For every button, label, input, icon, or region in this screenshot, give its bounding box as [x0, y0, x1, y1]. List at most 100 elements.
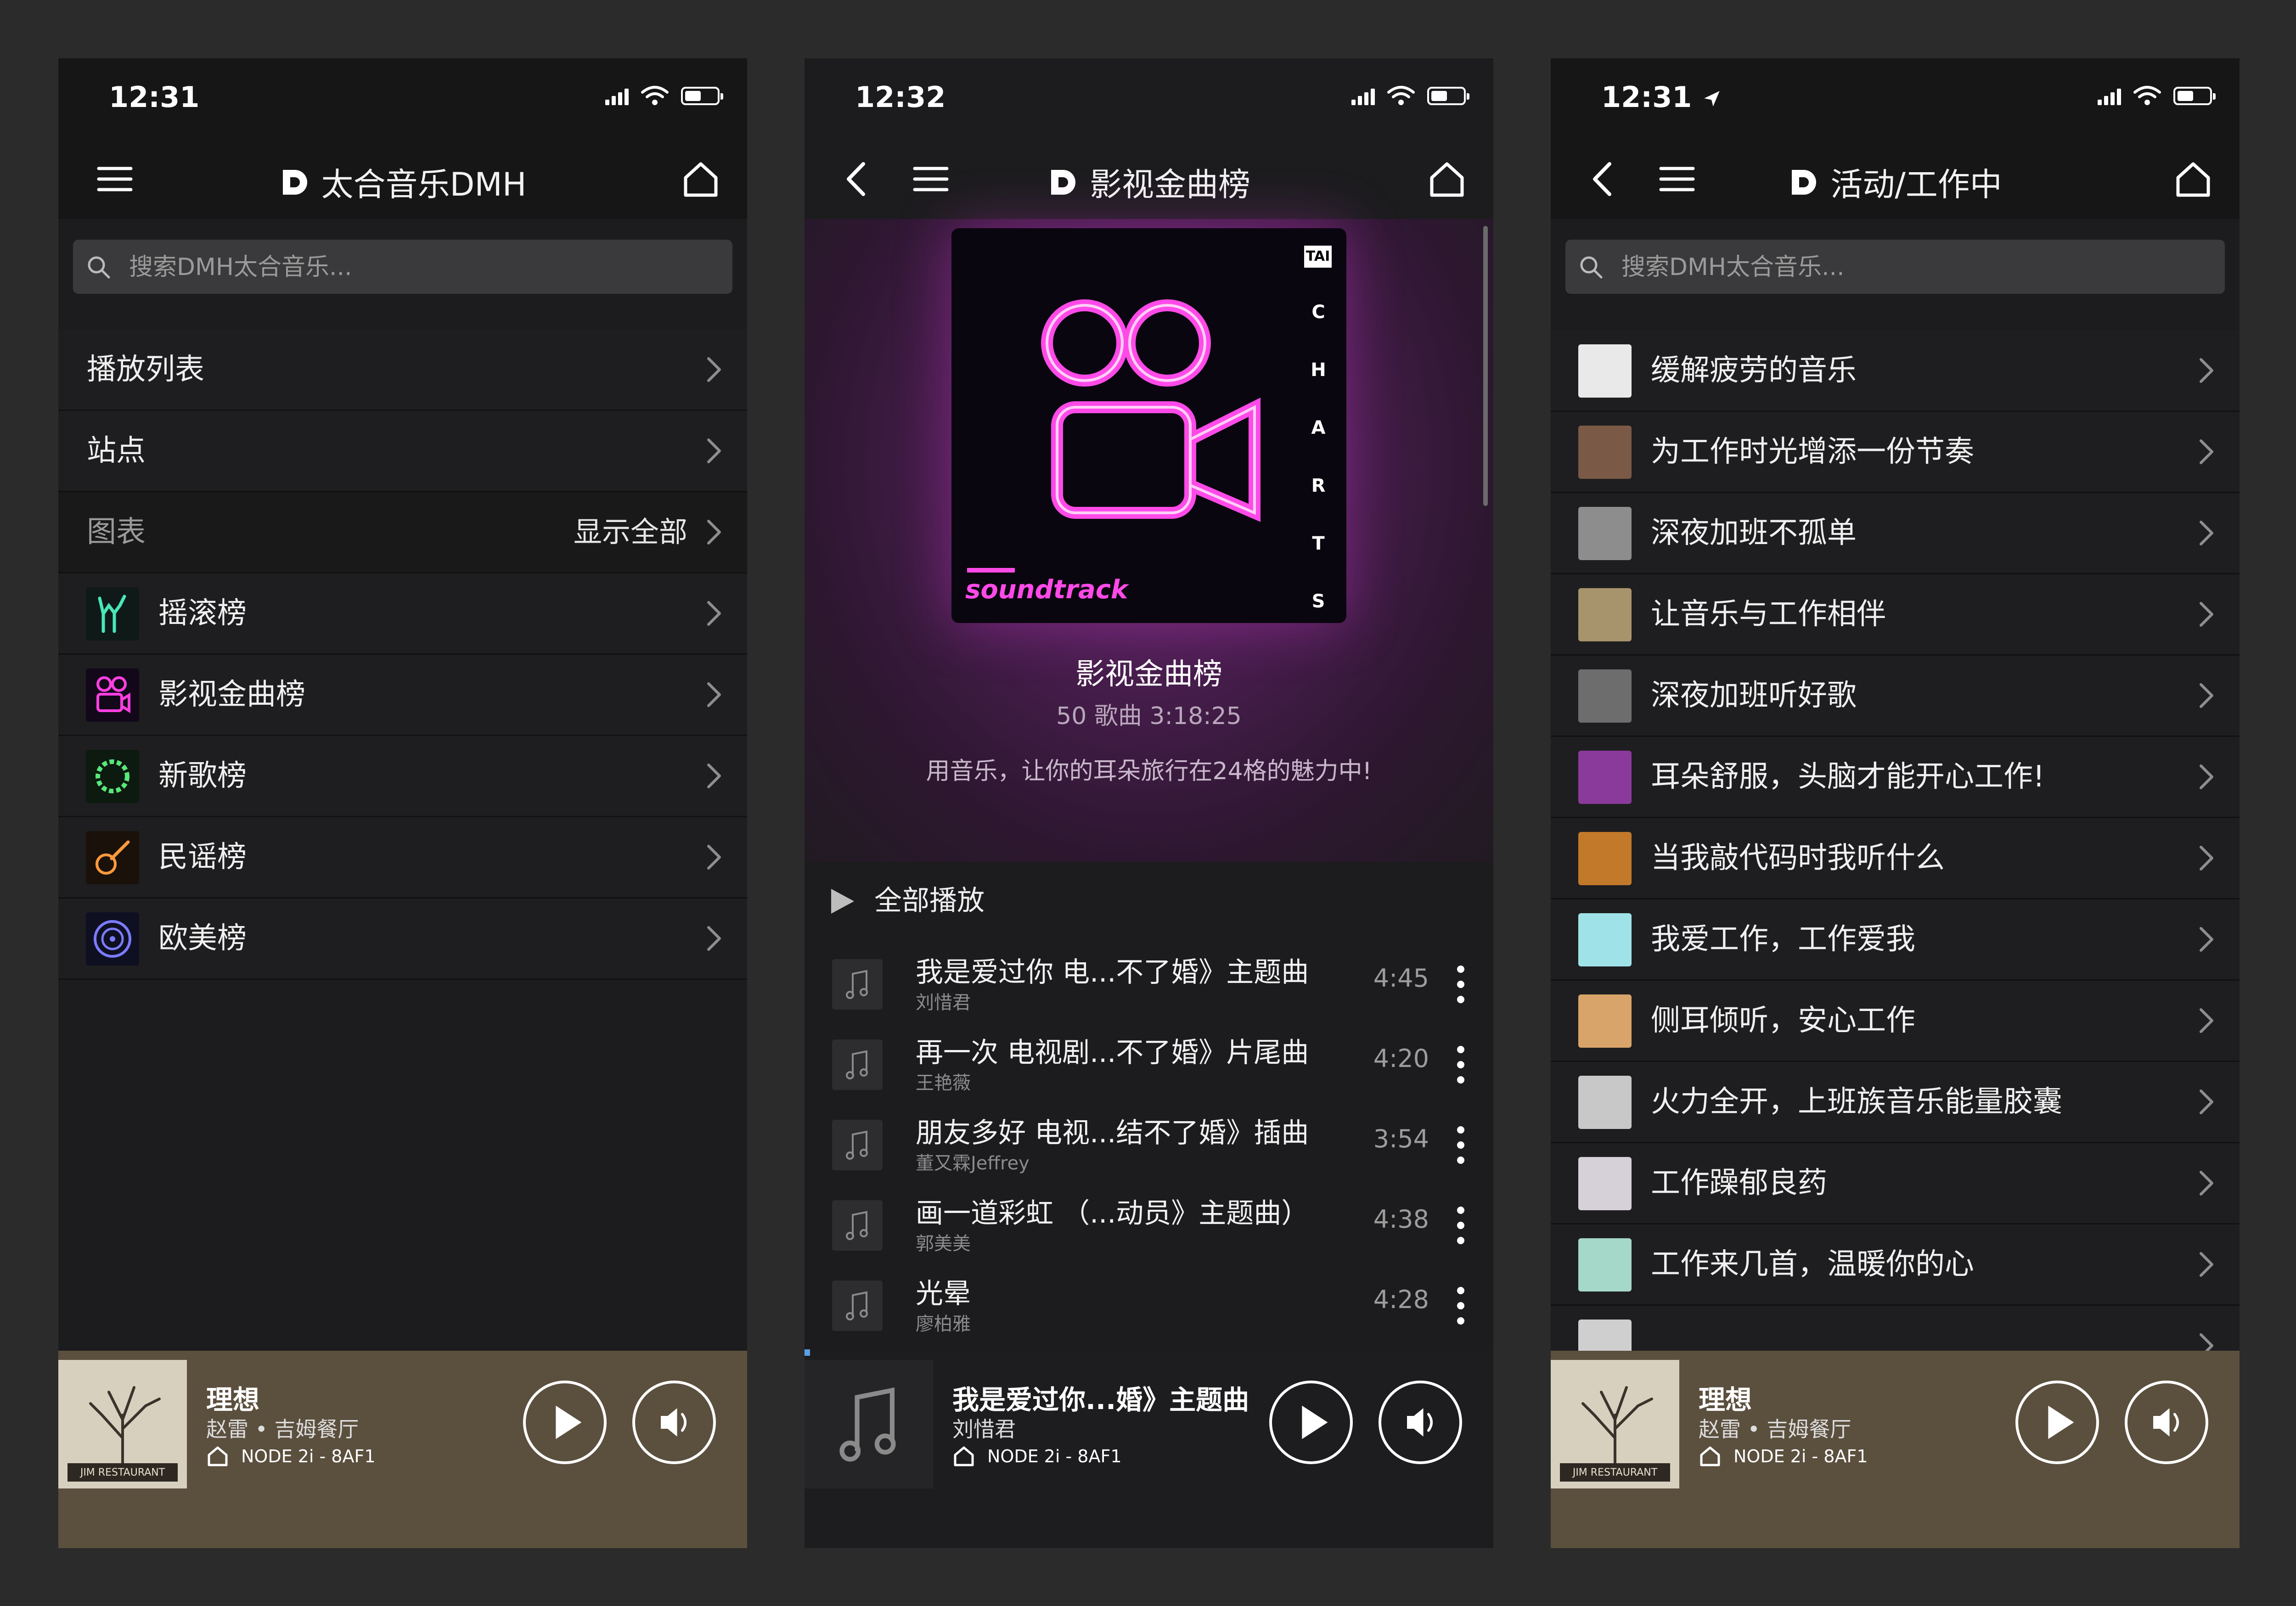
rock-hand-icon	[86, 587, 139, 640]
volume-icon	[2127, 1383, 2206, 1461]
more-options-icon[interactable]	[1455, 1124, 1467, 1166]
output-device[interactable]: NODE 2i - 8AF1	[1699, 1445, 1868, 1468]
playlist-thumbnail	[1578, 913, 1632, 966]
track-title: 我是爱过你 电...不了婚》主题曲	[916, 956, 1309, 988]
status-bar: 12:32	[805, 58, 1493, 139]
nav-bar: 活动/工作中	[1551, 139, 2240, 219]
chevron-right-icon	[2197, 357, 2216, 384]
playlist-item[interactable]: 工作躁郁良药	[1551, 1143, 2240, 1224]
playlist-item[interactable]: 深夜加班听好歌	[1551, 656, 2240, 737]
play-button[interactable]	[1269, 1381, 1353, 1464]
playlist-item[interactable]: 工作来几首，温暖你的心	[1551, 1224, 2240, 1306]
track-title: 朋友多好 电视...结不了婚》插曲	[916, 1117, 1309, 1149]
wifi-icon	[641, 86, 669, 106]
output-device[interactable]: NODE 2i - 8AF1	[206, 1445, 376, 1468]
playlist-item[interactable]: 缓解疲劳的音乐	[1551, 331, 2240, 412]
playlist-item[interactable]: 耳朵舒服，头脑才能开心工作!	[1551, 737, 2240, 818]
track-list: 我是爱过你 电...不了婚》主题曲 刘惜君 4:45 再一次 电视剧...不了婚…	[805, 940, 1493, 1342]
home-icon[interactable]	[1427, 159, 1467, 199]
volume-button[interactable]	[1379, 1381, 1462, 1464]
playlist-label: 为工作时光增添一份节奏	[1651, 435, 1974, 469]
more-options-icon[interactable]	[1455, 964, 1467, 1005]
playlist-thumbnail	[1578, 669, 1632, 723]
playlist-item[interactable]: 为工作时光增添一份节奏	[1551, 412, 2240, 493]
search-box[interactable]	[73, 240, 732, 295]
home-icon[interactable]	[681, 159, 720, 199]
scrollbar[interactable]	[1483, 226, 1488, 506]
chart-cover-art	[951, 228, 1346, 623]
chevron-right-icon	[2197, 1007, 2216, 1034]
search-input[interactable]	[1621, 240, 2210, 295]
track-duration: 4:45	[1373, 964, 1429, 993]
track-row[interactable]: 我是爱过你 电...不了婚》主题曲 刘惜君 4:45	[805, 940, 1493, 1020]
track-row[interactable]: 再一次 电视剧...不了婚》片尾曲 王艳薇 4:20	[805, 1020, 1493, 1101]
mini-player[interactable]: 我是爱过你...婚》主题曲 刘惜君 NODE 2i - 8AF1	[805, 1351, 1493, 1548]
chevron-right-icon	[2197, 1088, 2216, 1116]
playlist-item[interactable]: 火力全开，上班族音乐能量胶囊	[1551, 1062, 2240, 1143]
track-row[interactable]: 朋友多好 电视...结不了婚》插曲 董又霖Jeffrey 3:54	[805, 1101, 1493, 1181]
cellular-signal-icon	[1351, 87, 1375, 105]
chart-item-rock[interactable]: 摇滚榜	[58, 573, 747, 655]
chevron-right-icon	[705, 925, 723, 952]
mini-player[interactable]: 理想 赵雷 • 吉姆餐厅 NODE 2i - 8AF1	[58, 1351, 747, 1548]
playback-progress[interactable]	[805, 1349, 810, 1356]
wifi-icon	[2133, 86, 2161, 106]
playlist-thumbnail	[1578, 1076, 1632, 1129]
playlist-thumbnail	[1578, 1238, 1632, 1292]
playlist-thumbnail	[1578, 507, 1632, 560]
playlist-item[interactable]: 当我敲代码时我听什么	[1551, 818, 2240, 899]
chart-item-western[interactable]: 欧美榜	[58, 898, 747, 980]
search-input[interactable]	[128, 240, 718, 295]
track-row[interactable]: 画一道彩虹 （...动员》主题曲） 郭美美 4:38	[805, 1181, 1493, 1261]
playlist-label: 耳朵舒服，头脑才能开心工作!	[1651, 760, 2045, 794]
cellular-signal-icon	[2098, 87, 2121, 105]
chart-label: 民谣榜	[158, 840, 247, 874]
battery-icon	[2173, 87, 2216, 105]
play-all-button[interactable]: 全部播放	[805, 862, 1493, 940]
chart-item-film[interactable]: 影视金曲榜	[58, 655, 747, 736]
menu-item-playlists[interactable]: 播放列表	[58, 330, 747, 411]
playlist-list: 缓解疲劳的音乐为工作时光增添一份节奏深夜加班不孤单 让音乐与工作相伴 深夜加班听好歌…	[1551, 331, 2240, 1387]
home-device-icon	[206, 1445, 229, 1468]
play-icon	[2018, 1383, 2096, 1461]
chart-item-folk[interactable]: 民谣榜	[58, 817, 747, 898]
play-button[interactable]	[523, 1381, 607, 1464]
playlist-item[interactable]: 我爱工作，工作爱我	[1551, 899, 2240, 981]
now-playing-artist: 赵雷 • 吉姆餐厅	[1699, 1417, 1851, 1442]
mini-player[interactable]: 理想 赵雷 • 吉姆餐厅 NODE 2i - 8AF1	[1551, 1351, 2240, 1548]
album-art	[58, 1360, 187, 1488]
home-icon[interactable]	[2173, 159, 2213, 199]
play-button[interactable]	[2015, 1381, 2099, 1464]
more-options-icon[interactable]	[1455, 1205, 1467, 1246]
volume-button[interactable]	[2125, 1381, 2208, 1464]
chart-item-new-songs[interactable]: 新歌榜	[58, 736, 747, 817]
home-device-icon	[1699, 1445, 1722, 1468]
menu-list: 播放列表 站点 图表 显示全部 摇滚榜 影视金曲榜 新歌榜 民谣榜 欧美榜	[58, 330, 747, 980]
playlist-item[interactable]: 深夜加班不孤单	[1551, 493, 2240, 574]
output-device[interactable]: NODE 2i - 8AF1	[952, 1445, 1122, 1468]
track-row[interactable]: 光晕 廖柏雅 4:28	[805, 1261, 1493, 1342]
more-options-icon[interactable]	[1455, 1044, 1467, 1085]
chart-title: 影视金曲榜	[1075, 657, 1222, 691]
playlist-item[interactable]: 让音乐与工作相伴	[1551, 574, 2240, 656]
battery-icon	[681, 87, 723, 105]
track-artist: 刘惜君	[916, 992, 971, 1013]
chevron-right-icon	[2197, 1169, 2216, 1197]
nav-bar: 太合音乐DMH	[58, 139, 747, 219]
chevron-right-icon	[705, 843, 723, 871]
chevron-right-icon	[705, 762, 723, 790]
dmh-logo-icon	[1047, 166, 1080, 198]
menu-item-stations[interactable]: 站点	[58, 411, 747, 492]
more-options-icon[interactable]	[1455, 1285, 1467, 1326]
volume-icon	[635, 1383, 713, 1461]
track-duration: 4:28	[1373, 1285, 1429, 1314]
volume-button[interactable]	[632, 1381, 716, 1464]
page-title: 太合音乐DMH	[58, 159, 747, 205]
chart-label: 欧美榜	[158, 921, 247, 955]
playlist-item[interactable]: 侧耳倾听，安心工作	[1551, 981, 2240, 1062]
playlist-thumbnail	[1578, 344, 1632, 398]
show-all-link[interactable]: 显示全部	[574, 492, 687, 572]
home-device-icon	[952, 1445, 975, 1468]
guitar-icon	[86, 831, 139, 884]
search-box[interactable]	[1565, 240, 2225, 295]
